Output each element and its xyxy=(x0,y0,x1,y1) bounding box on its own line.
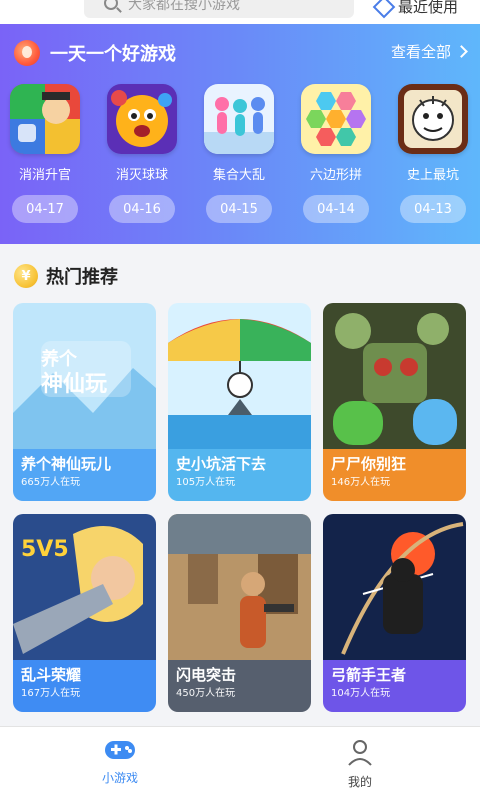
svg-text:5V5: 5V5 xyxy=(21,537,69,562)
daily-item-name: 六边形拼 xyxy=(309,168,362,183)
game-crowd-icon xyxy=(204,84,274,154)
daily-item-name: 消灭球球 xyxy=(115,168,168,183)
daily-item[interactable]: 消灭球球 04-16 xyxy=(97,84,187,234)
hot-title: 热门推荐 xyxy=(46,267,118,288)
tab-label: 我的 xyxy=(347,775,372,789)
card-title: 史小坑活下去 xyxy=(176,455,267,473)
daily-list: 消消升官 04-17 消灭球球 04-16 集合大乱 04-15 六边形拼 04… xyxy=(0,84,480,234)
search-icon xyxy=(104,0,118,10)
gamepad-icon xyxy=(105,741,135,759)
daily-item[interactable]: 消消升官 04-17 xyxy=(0,84,90,234)
card-meta: 乱斗荣耀 167万人在玩 xyxy=(13,660,156,712)
daily-item[interactable]: 六边形拼 04-14 xyxy=(291,84,381,234)
game-card[interactable]: 5V5 乱斗荣耀 167万人在玩 xyxy=(13,514,156,712)
game-card[interactable]: 养个 神仙玩 养个神仙玩儿 665万人在玩 xyxy=(13,303,156,501)
top-bar: 大家都在搜小游戏 最近使用 xyxy=(0,0,480,24)
recent-used-label: 最近使用 xyxy=(398,0,459,16)
card-players: 665万人在玩 xyxy=(21,477,81,488)
daily-item-name: 消消升官 xyxy=(18,168,71,183)
card-players: 450万人在玩 xyxy=(176,688,236,699)
daily-item-date: 04-13 xyxy=(400,195,466,223)
card-players: 105万人在玩 xyxy=(176,477,236,488)
card-meta: 养个神仙玩儿 665万人在玩 xyxy=(13,449,156,501)
daily-item-date: 04-16 xyxy=(109,195,175,223)
card-meta: 闪电突击 450万人在玩 xyxy=(168,660,311,712)
hot-header: ¥ 热门推荐 xyxy=(14,262,118,290)
card-art xyxy=(168,303,311,453)
game-face-icon xyxy=(398,84,468,154)
daily-item-name: 史上最坑 xyxy=(406,168,459,183)
daily-item[interactable]: 史上最坑 04-13 xyxy=(388,84,478,234)
search-input[interactable]: 大家都在搜小游戏 xyxy=(84,0,354,18)
card-players: 104万人在玩 xyxy=(331,688,391,699)
card-players: 167万人在玩 xyxy=(21,688,81,699)
game-card[interactable]: 史小坑活下去 105万人在玩 xyxy=(168,303,311,501)
card-title: 弓箭手王者 xyxy=(331,666,407,684)
card-art xyxy=(168,514,311,664)
daily-item-date: 04-14 xyxy=(303,195,369,223)
daily-title: 一天一个好游戏 xyxy=(50,44,176,65)
card-art: 5V5 xyxy=(13,514,156,664)
coin-icon: ¥ xyxy=(14,264,38,288)
game-xiaoxiao-icon xyxy=(10,84,80,154)
diamond-icon xyxy=(372,0,396,19)
card-art xyxy=(323,514,466,664)
card-title: 乱斗荣耀 xyxy=(21,666,82,684)
card-art: 养个 神仙玩 xyxy=(13,303,156,453)
card-title: 闪电突击 xyxy=(176,666,237,684)
card-title: 尸尸你别狂 xyxy=(331,455,407,473)
game-card[interactable]: 闪电突击 450万人在玩 xyxy=(168,514,311,712)
tab-mini-games[interactable]: 小游戏 xyxy=(60,737,180,797)
game-hexagon-icon xyxy=(301,84,371,154)
card-players: 146万人在玩 xyxy=(331,477,391,488)
user-icon xyxy=(348,740,372,766)
daily-item-name: 集合大乱 xyxy=(212,168,265,183)
card-meta: 史小坑活下去 105万人在玩 xyxy=(168,449,311,501)
svg-text:神仙玩: 神仙玩 xyxy=(41,371,107,397)
tab-label: 小游戏 xyxy=(101,771,138,785)
game-ball-icon xyxy=(107,84,177,154)
fire-icon xyxy=(14,40,40,66)
daily-item-date: 04-17 xyxy=(12,195,78,223)
card-meta: 尸尸你别狂 146万人在玩 xyxy=(323,449,466,501)
daily-item[interactable]: 集合大乱 04-15 xyxy=(194,84,284,234)
game-card[interactable]: 弓箭手王者 104万人在玩 xyxy=(323,514,466,712)
view-all-link[interactable]: 查看全部 xyxy=(390,41,468,62)
chevron-right-icon xyxy=(455,45,468,58)
tab-mine[interactable]: 我的 xyxy=(300,737,420,797)
search-placeholder: 大家都在搜小游戏 xyxy=(128,0,240,13)
bottom-nav: 小游戏 我的 xyxy=(0,726,480,800)
daily-header: 一天一个好游戏 查看全部 xyxy=(14,38,468,68)
game-card[interactable]: 尸尸你别狂 146万人在玩 xyxy=(323,303,466,501)
svg-text:养个: 养个 xyxy=(40,348,78,370)
daily-item-date: 04-15 xyxy=(206,195,272,223)
view-all-label: 查看全部 xyxy=(390,43,451,61)
card-title: 养个神仙玩儿 xyxy=(21,455,112,473)
card-art xyxy=(323,303,466,453)
card-meta: 弓箭手王者 104万人在玩 xyxy=(323,660,466,712)
recent-used-button[interactable]: 最近使用 xyxy=(372,0,459,19)
daily-game-banner: 一天一个好游戏 查看全部 消消升官 04-17 消灭球球 04-16 集合大乱 … xyxy=(0,24,480,244)
